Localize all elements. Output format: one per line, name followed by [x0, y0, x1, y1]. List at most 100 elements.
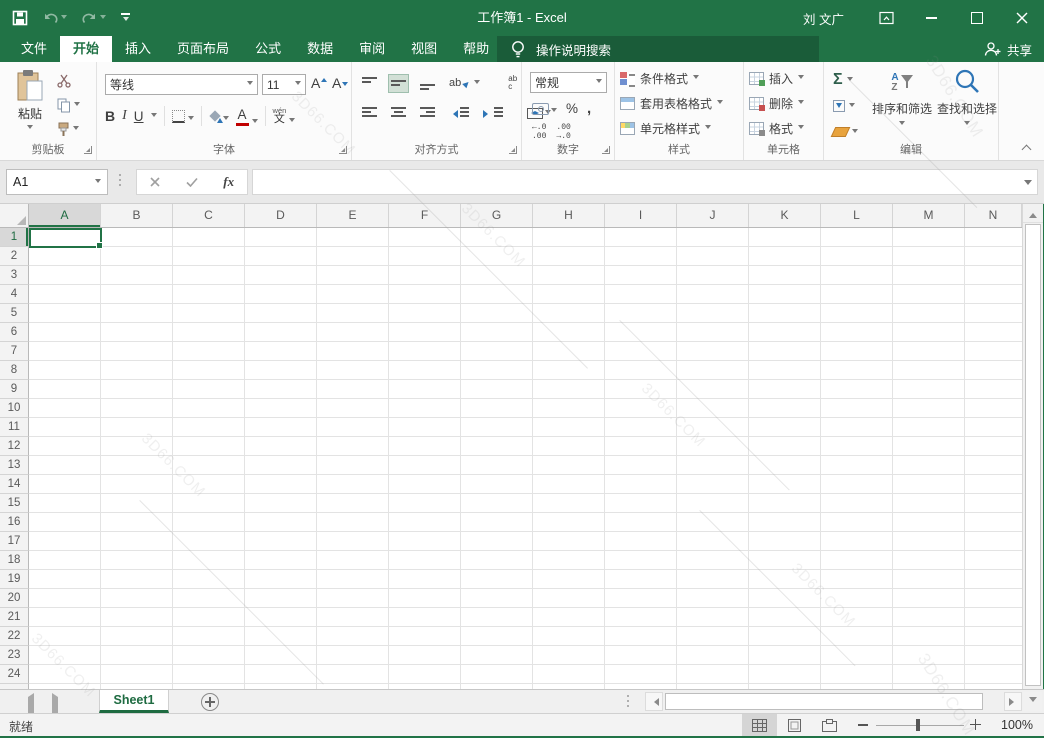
sheet-tab-sheet1[interactable]: Sheet1: [99, 690, 169, 713]
clear-button[interactable]: [833, 122, 858, 142]
zoom-in-button[interactable]: [970, 719, 981, 730]
fill-handle[interactable]: [96, 242, 103, 249]
row-header-13[interactable]: 13: [0, 456, 29, 475]
vertical-scroll-thumb[interactable]: [1025, 224, 1041, 686]
tab-file[interactable]: 文件: [8, 36, 60, 62]
column-header-M[interactable]: M: [893, 204, 965, 227]
row-header-21[interactable]: 21: [0, 608, 29, 627]
number-format-select[interactable]: 常规: [530, 72, 607, 93]
tab-page-layout[interactable]: 页面布局: [164, 36, 242, 62]
align-left-button[interactable]: [359, 104, 380, 123]
vertical-scrollbar[interactable]: [1022, 204, 1043, 689]
scroll-up-button[interactable]: [1023, 204, 1043, 223]
number-dialog-launcher[interactable]: [602, 146, 610, 154]
cut-button[interactable]: [57, 72, 71, 90]
percent-style-button[interactable]: %: [566, 101, 578, 116]
tab-help[interactable]: 帮助: [450, 36, 502, 62]
format-as-table-button[interactable]: 套用表格格式: [620, 92, 723, 114]
column-header-G[interactable]: G: [461, 204, 533, 227]
delete-cells-button[interactable]: 删除: [749, 92, 804, 114]
expand-formula-bar-caret[interactable]: [1024, 180, 1032, 189]
row-header-19[interactable]: 19: [0, 570, 29, 589]
scroll-left-button[interactable]: [645, 692, 663, 711]
format-cells-button[interactable]: 格式: [749, 117, 804, 139]
row-header-23[interactable]: 23: [0, 646, 29, 665]
italic-button[interactable]: I: [122, 108, 127, 124]
fill-color-button[interactable]: [209, 110, 229, 123]
wrap-text-button[interactable]: abc: [505, 72, 520, 94]
decrease-font-size-button[interactable]: A: [332, 75, 348, 91]
font-size-select[interactable]: 11: [262, 74, 306, 95]
row-header-12[interactable]: 12: [0, 437, 29, 456]
column-header-H[interactable]: H: [533, 204, 605, 227]
row-header-14[interactable]: 14: [0, 475, 29, 494]
align-center-button[interactable]: [388, 104, 409, 123]
bottom-align-button[interactable]: [417, 74, 438, 93]
cell-styles-button[interactable]: 单元格样式: [620, 117, 723, 139]
font-color-button[interactable]: A: [236, 107, 258, 126]
column-header-K[interactable]: K: [749, 204, 821, 227]
row-header-18[interactable]: 18: [0, 551, 29, 570]
row-header-24[interactable]: 24: [0, 665, 29, 684]
row-header-20[interactable]: 20: [0, 589, 29, 608]
fill-button[interactable]: [833, 96, 858, 116]
row-header-8[interactable]: 8: [0, 361, 29, 380]
find-select-button[interactable]: 查找和选择: [938, 68, 996, 128]
column-header-L[interactable]: L: [821, 204, 893, 227]
bold-button[interactable]: B: [105, 108, 115, 124]
row-header-11[interactable]: 11: [0, 418, 29, 437]
column-header-B[interactable]: B: [101, 204, 173, 227]
tab-scrollbar-splitter[interactable]: [627, 695, 629, 707]
orientation-button[interactable]: ab: [446, 74, 483, 92]
alignment-dialog-launcher[interactable]: [509, 146, 517, 154]
tab-insert[interactable]: 插入: [112, 36, 164, 62]
share-button[interactable]: 共享: [983, 36, 1032, 62]
scroll-right-button[interactable]: [1004, 692, 1022, 711]
insert-function-button[interactable]: fx: [223, 174, 234, 190]
column-header-A[interactable]: A: [29, 204, 101, 227]
row-header-7[interactable]: 7: [0, 342, 29, 361]
minimize-button[interactable]: [909, 0, 954, 36]
column-header-N[interactable]: N: [965, 204, 1022, 227]
page-break-view-button[interactable]: [812, 714, 847, 736]
enter-check-icon[interactable]: [186, 177, 198, 187]
column-header-F[interactable]: F: [389, 204, 461, 227]
autosum-button[interactable]: Σ: [833, 70, 858, 90]
ribbon-display-options-button[interactable]: [864, 0, 909, 36]
select-all-corner[interactable]: [0, 204, 29, 228]
zoom-level[interactable]: 100%: [1001, 718, 1033, 732]
row-header-16[interactable]: 16: [0, 513, 29, 532]
insert-cells-button[interactable]: 插入: [749, 67, 804, 89]
top-align-button[interactable]: [359, 74, 380, 93]
column-header-I[interactable]: I: [605, 204, 677, 227]
row-header-6[interactable]: 6: [0, 323, 29, 342]
column-header-J[interactable]: J: [677, 204, 749, 227]
horizontal-scroll-thumb[interactable]: [665, 693, 983, 710]
sheet-cells[interactable]: [29, 228, 1022, 689]
row-header-15[interactable]: 15: [0, 494, 29, 513]
user-name[interactable]: 刘 文广: [783, 9, 864, 28]
maximize-button[interactable]: [954, 0, 999, 36]
increase-decimal-button[interactable]: ←.0.00: [532, 124, 546, 142]
sort-filter-button[interactable]: AZ 排序和筛选: [866, 68, 938, 128]
column-header-D[interactable]: D: [245, 204, 317, 227]
row-header-9[interactable]: 9: [0, 380, 29, 399]
increase-font-size-button[interactable]: A: [311, 75, 327, 91]
close-button[interactable]: [999, 0, 1044, 36]
tell-me-search[interactable]: 操作说明搜索: [497, 36, 819, 62]
row-header-3[interactable]: 3: [0, 266, 29, 285]
format-painter-button[interactable]: [57, 120, 79, 138]
cancel-icon[interactable]: [150, 177, 160, 187]
accounting-format-button[interactable]: [532, 103, 557, 115]
tab-view[interactable]: 视图: [398, 36, 450, 62]
zoom-out-button[interactable]: [858, 724, 868, 726]
phonetic-guide-button[interactable]: wén文: [273, 107, 296, 126]
tab-formulas[interactable]: 公式: [242, 36, 294, 62]
align-right-button[interactable]: [417, 104, 438, 123]
name-box[interactable]: A1: [6, 169, 108, 195]
formula-input[interactable]: [252, 169, 1038, 195]
row-header-4[interactable]: 4: [0, 285, 29, 304]
row-header-1[interactable]: 1: [0, 228, 29, 247]
increase-indent-button[interactable]: [480, 104, 506, 123]
row-header-17[interactable]: 17: [0, 532, 29, 551]
